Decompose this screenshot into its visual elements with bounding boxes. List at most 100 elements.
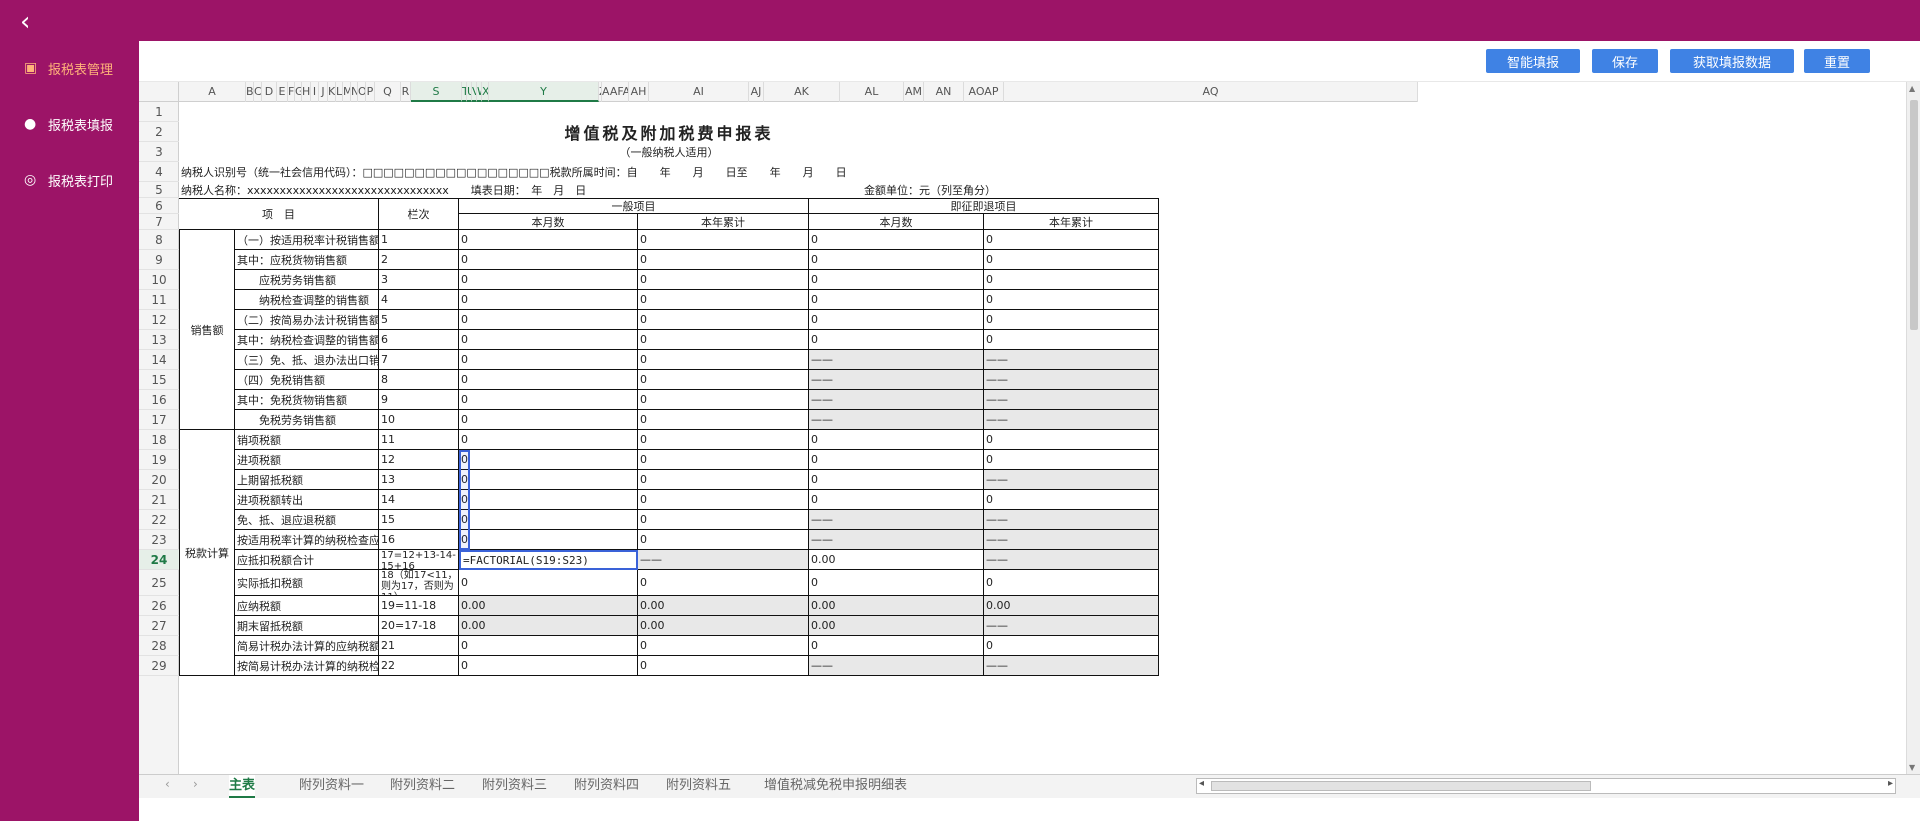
- data-cell[interactable]: 0: [459, 410, 638, 430]
- row-header-18[interactable]: 18: [139, 430, 179, 450]
- data-cell[interactable]: 0: [459, 290, 638, 310]
- data-cell[interactable]: ——: [809, 350, 984, 370]
- column-header-ai[interactable]: AI: [649, 82, 749, 102]
- data-cell[interactable]: ——: [638, 550, 809, 570]
- column-header-c[interactable]: C: [254, 82, 262, 102]
- data-cell[interactable]: 0: [984, 450, 1159, 470]
- data-cell[interactable]: ——: [984, 370, 1159, 390]
- row-header-20[interactable]: 20: [139, 470, 179, 490]
- horizontal-scrollbar[interactable]: ◂ ▸: [1196, 778, 1896, 794]
- data-cell[interactable]: 0: [984, 570, 1159, 596]
- data-cell[interactable]: 0: [638, 470, 809, 490]
- data-cell[interactable]: 0: [638, 270, 809, 290]
- selected-cell[interactable]: =FACTORIAL(S19:S23): [459, 550, 638, 570]
- data-cell[interactable]: 0.00: [809, 550, 984, 570]
- data-cell[interactable]: ——: [984, 616, 1159, 636]
- row-header-27[interactable]: 27: [139, 616, 179, 636]
- data-cell[interactable]: 0: [984, 636, 1159, 656]
- data-cell[interactable]: 0: [638, 390, 809, 410]
- row-header-19[interactable]: 19: [139, 450, 179, 470]
- scroll-thumb[interactable]: [1211, 781, 1591, 791]
- data-cell[interactable]: 0: [638, 410, 809, 430]
- row-header-17[interactable]: 17: [139, 410, 179, 430]
- row-header-13[interactable]: 13: [139, 330, 179, 350]
- column-header-n[interactable]: N: [351, 82, 358, 102]
- data-cell[interactable]: 0: [809, 230, 984, 250]
- row-header-2[interactable]: 2: [139, 122, 179, 142]
- column-header-al[interactable]: AL: [840, 82, 904, 102]
- column-header-k[interactable]: K: [328, 82, 336, 102]
- data-cell[interactable]: ——: [984, 410, 1159, 430]
- data-cell[interactable]: 0: [459, 370, 638, 390]
- fetch-data-button[interactable]: 获取填报数据: [1670, 49, 1794, 73]
- row-header-14[interactable]: 14: [139, 350, 179, 370]
- data-cell[interactable]: 0: [809, 636, 984, 656]
- data-cell[interactable]: 0: [809, 430, 984, 450]
- data-cell[interactable]: 0: [638, 370, 809, 390]
- row-header-26[interactable]: 26: [139, 596, 179, 616]
- tab-prev-icon[interactable]: ‹: [165, 777, 170, 791]
- column-header-b[interactable]: B: [246, 82, 254, 102]
- data-cell[interactable]: 0: [809, 330, 984, 350]
- data-cell[interactable]: 0: [459, 350, 638, 370]
- data-cell[interactable]: 0: [459, 656, 638, 676]
- data-cell[interactable]: ——: [984, 350, 1159, 370]
- column-header-o[interactable]: O: [358, 82, 366, 102]
- data-cell[interactable]: 0.00: [809, 596, 984, 616]
- select-all-corner[interactable]: [139, 82, 179, 102]
- sheet-area[interactable]: 增值税及附加税费申报表 （一般纳税人适用） 纳税人识别号（统一社会信用代码）：□□□…: [179, 102, 1418, 774]
- data-cell[interactable]: 0: [459, 510, 638, 530]
- data-cell[interactable]: 0: [459, 530, 638, 550]
- data-cell[interactable]: 0.00: [638, 596, 809, 616]
- data-cell[interactable]: 0: [638, 656, 809, 676]
- column-header-a[interactable]: A: [179, 82, 246, 102]
- data-cell[interactable]: ——: [984, 470, 1159, 490]
- data-cell[interactable]: 0: [984, 290, 1159, 310]
- row-header-9[interactable]: 9: [139, 250, 179, 270]
- data-cell[interactable]: ——: [984, 656, 1159, 676]
- column-header-r[interactable]: R: [401, 82, 411, 102]
- data-cell[interactable]: 0: [459, 570, 638, 596]
- data-cell[interactable]: 0: [638, 250, 809, 270]
- data-cell[interactable]: 0: [638, 310, 809, 330]
- row-header-3[interactable]: 3: [139, 142, 179, 162]
- data-cell[interactable]: 0.00: [809, 616, 984, 636]
- data-cell[interactable]: ——: [809, 530, 984, 550]
- data-cell[interactable]: 0: [459, 430, 638, 450]
- scroll-thumb[interactable]: [1910, 100, 1918, 330]
- data-cell[interactable]: 0: [459, 470, 638, 490]
- row-header-5[interactable]: 5: [139, 182, 179, 198]
- row-header-4[interactable]: 4: [139, 162, 179, 182]
- column-header-s[interactable]: S: [411, 82, 462, 102]
- row-header-6[interactable]: 6: [139, 198, 179, 214]
- sheet-tab[interactable]: 附列资料二: [390, 775, 455, 798]
- data-cell[interactable]: 0: [984, 230, 1159, 250]
- column-header-ak[interactable]: AK: [764, 82, 840, 102]
- data-cell[interactable]: 0: [638, 636, 809, 656]
- sheet-tab[interactable]: 附列资料一: [299, 775, 364, 798]
- column-header-i[interactable]: I: [311, 82, 319, 102]
- data-cell[interactable]: ——: [809, 510, 984, 530]
- column-header-aafag[interactable]: AAFAG: [602, 82, 629, 102]
- data-cell[interactable]: ——: [984, 550, 1159, 570]
- column-header-ah[interactable]: AH: [629, 82, 649, 102]
- data-cell[interactable]: 0: [984, 270, 1159, 290]
- data-cell[interactable]: ——: [809, 410, 984, 430]
- scroll-right-icon[interactable]: ▸: [1888, 778, 1893, 789]
- column-header-aj[interactable]: AJ: [749, 82, 764, 102]
- row-header-12[interactable]: 12: [139, 310, 179, 330]
- column-header-aoap[interactable]: AOAP: [964, 82, 1004, 102]
- data-cell[interactable]: 0: [638, 530, 809, 550]
- column-header-aq[interactable]: AQ: [1004, 82, 1418, 102]
- column-header-q[interactable]: Q: [375, 82, 401, 102]
- data-cell[interactable]: 0: [809, 570, 984, 596]
- data-cell[interactable]: 0.00: [459, 616, 638, 636]
- data-cell[interactable]: 0: [459, 270, 638, 290]
- data-cell[interactable]: ——: [984, 390, 1159, 410]
- data-cell[interactable]: 0: [459, 450, 638, 470]
- row-header-16[interactable]: 16: [139, 390, 179, 410]
- smart-fill-button[interactable]: 智能填报: [1486, 49, 1580, 73]
- data-cell[interactable]: 0: [459, 330, 638, 350]
- data-cell[interactable]: 0: [809, 310, 984, 330]
- data-cell[interactable]: 0: [984, 330, 1159, 350]
